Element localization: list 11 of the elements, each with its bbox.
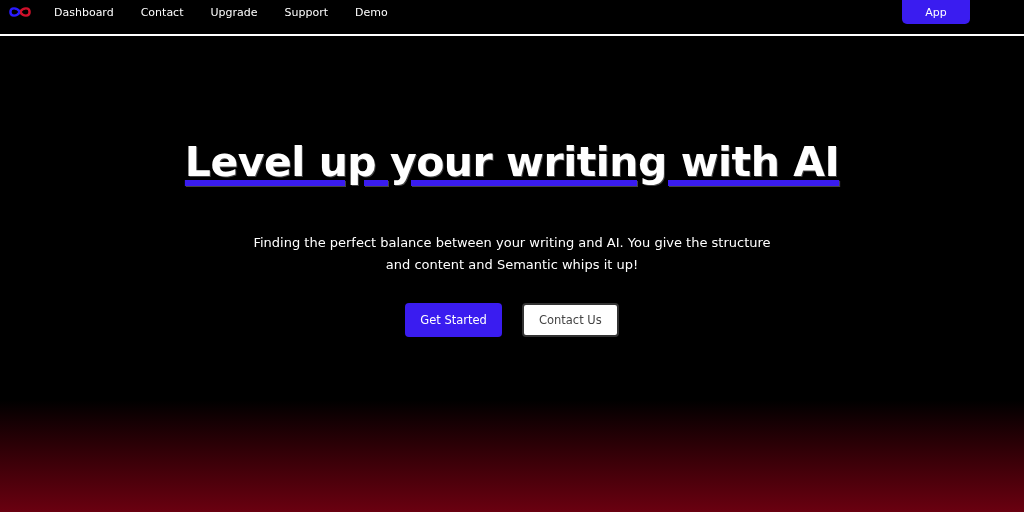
- nav-link[interactable]: Demo: [355, 5, 388, 19]
- nav-link[interactable]: Dashboard: [54, 5, 114, 19]
- app-button[interactable]: App: [902, 0, 970, 24]
- nav-link[interactable]: Contact: [140, 5, 184, 19]
- nav-link[interactable]: Support: [284, 5, 328, 19]
- get-started-button[interactable]: Get Started: [405, 303, 502, 337]
- hero-subtitle: Finding the perfect balance between your writing and AI. You give the structure and content and Semantic whips it up!: [252, 234, 772, 274]
- nav-link[interactable]: Upgrade: [210, 5, 258, 19]
- hero-title: Level up your writing with AI: [184, 138, 840, 186]
- infinity-logo-icon[interactable]: [8, 6, 32, 18]
- contact-button[interactable]: Contact Us: [521, 303, 619, 337]
